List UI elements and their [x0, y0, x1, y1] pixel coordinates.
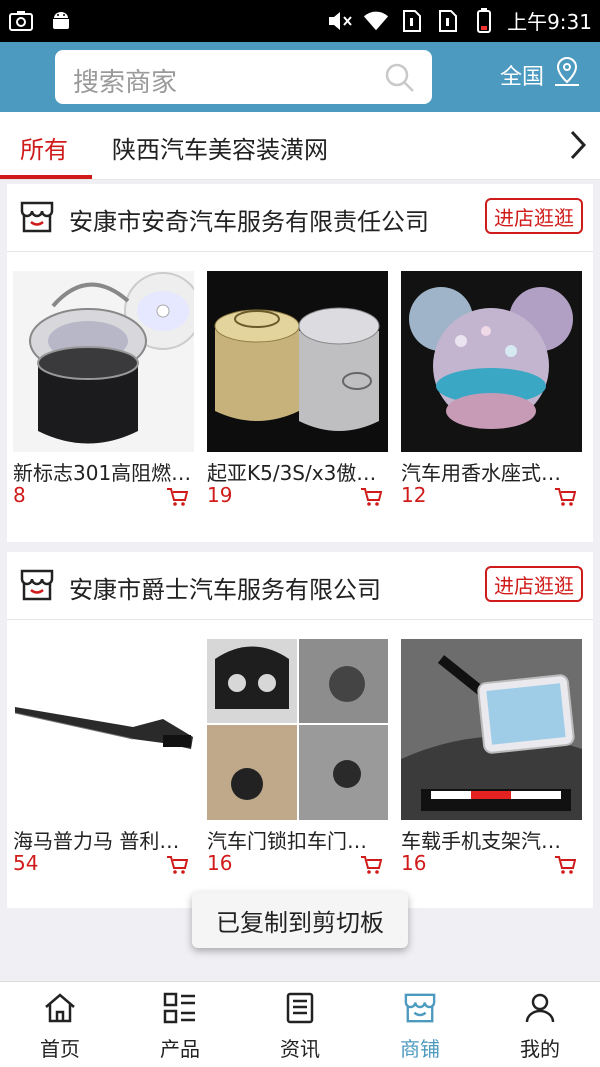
chevron-right-icon[interactable] [568, 128, 588, 166]
header: 搜索商家 全国 [0, 42, 600, 112]
nav-mine[interactable]: 我的 [480, 982, 600, 1067]
add-to-cart-icon[interactable] [166, 855, 189, 879]
nav-news[interactable]: 资讯 [240, 982, 360, 1067]
sim1-icon [399, 8, 425, 34]
shop-card: 安康市爵士汽车服务有限公司 进店逛逛 海马普力马 普利… 54 汽车门锁扣车门…… [7, 552, 593, 908]
visit-shop-button[interactable]: 进店逛逛 [485, 198, 583, 234]
tab-all[interactable]: 所有 [20, 130, 68, 165]
nav-news-label: 资讯 [280, 1037, 320, 1061]
product-name[interactable]: 汽车用香水座式… [401, 457, 582, 486]
search-input[interactable]: 搜索商家 [73, 62, 177, 99]
nav-home[interactable]: 首页 [0, 982, 120, 1067]
product-item[interactable]: 海马普力马 普利… 54 [13, 639, 194, 877]
wifi-icon [363, 8, 389, 34]
toast-message: 已复制到剪切板 [192, 892, 408, 948]
shop-name[interactable]: 安康市安奇汽车服务有限责任公司 [69, 202, 429, 237]
product-image[interactable] [401, 271, 582, 452]
add-to-cart-icon[interactable] [166, 487, 189, 511]
region-selector[interactable]: 全国 [500, 56, 582, 94]
product-image[interactable] [207, 271, 388, 452]
android-icon [48, 8, 74, 34]
product-image[interactable] [13, 639, 194, 820]
shop-card: 安康市安奇汽车服务有限责任公司 进店逛逛 新标志301高阻燃… 8 起亚K5/3… [7, 184, 593, 542]
product-price: 19 [207, 483, 233, 507]
product-name[interactable]: 汽车门锁扣车门… [207, 825, 388, 854]
nav-shops[interactable]: 商铺 [360, 982, 480, 1067]
camera-icon [8, 8, 34, 34]
product-price: 16 [401, 851, 427, 875]
home-icon [43, 992, 77, 1033]
product-item[interactable]: 汽车用香水座式… 12 [401, 271, 582, 509]
store-icon [403, 992, 437, 1033]
sim2-icon [435, 8, 461, 34]
clock: 上午9:31 [507, 10, 592, 34]
add-to-cart-icon[interactable] [554, 855, 577, 879]
shop-header[interactable]: 安康市爵士汽车服务有限公司 进店逛逛 [7, 552, 593, 620]
battery-icon [471, 7, 497, 34]
grid-list-icon [163, 992, 197, 1033]
product-price: 12 [401, 483, 427, 507]
news-icon [285, 992, 315, 1033]
status-bar: 上午9:31 [0, 0, 600, 42]
user-icon [524, 992, 556, 1033]
product-name[interactable]: 车载手机支架汽… [401, 825, 582, 854]
region-label: 全国 [499, 65, 544, 90]
product-image[interactable] [13, 271, 194, 452]
nav-shops-label: 商铺 [400, 1037, 440, 1061]
product-image[interactable] [401, 639, 582, 820]
nav-products-label: 产品 [160, 1037, 200, 1061]
product-item[interactable]: 汽车门锁扣车门… 16 [207, 639, 388, 877]
bottom-navigation: 首页 产品 资讯 商铺 我的 [0, 981, 600, 1067]
product-name[interactable]: 起亚K5/3S/x3傲… [207, 457, 388, 486]
visit-shop-button[interactable]: 进店逛逛 [485, 566, 583, 602]
product-item[interactable]: 车载手机支架汽… 16 [401, 639, 582, 877]
add-to-cart-icon[interactable] [360, 487, 383, 511]
search-box[interactable]: 搜索商家 [55, 50, 432, 104]
mute-icon [327, 8, 353, 34]
product-price: 8 [13, 483, 26, 507]
shop-name[interactable]: 安康市爵士汽车服务有限公司 [69, 570, 381, 605]
shop-header[interactable]: 安康市安奇汽车服务有限责任公司 进店逛逛 [7, 184, 593, 252]
product-price: 54 [13, 851, 39, 875]
store-icon [19, 568, 55, 606]
nav-home-label: 首页 [40, 1037, 80, 1061]
nav-products[interactable]: 产品 [120, 982, 240, 1067]
product-name[interactable]: 新标志301高阻燃… [13, 457, 194, 486]
category-tabs: 所有 陕西汽车美容装潢网 [0, 112, 600, 180]
nav-mine-label: 我的 [520, 1037, 560, 1061]
store-icon [19, 200, 55, 238]
product-item[interactable]: 新标志301高阻燃… 8 [13, 271, 194, 509]
product-image[interactable] [207, 639, 388, 820]
location-pin-icon [552, 56, 582, 94]
product-price: 16 [207, 851, 233, 875]
product-name[interactable]: 海马普力马 普利… [13, 825, 194, 854]
add-to-cart-icon[interactable] [360, 855, 383, 879]
active-tab-indicator [0, 175, 92, 179]
tab-shaanxi-car-decoration[interactable]: 陕西汽车美容装潢网 [112, 130, 328, 165]
search-icon[interactable] [384, 62, 416, 98]
add-to-cart-icon[interactable] [554, 487, 577, 511]
product-item[interactable]: 起亚K5/3S/x3傲… 19 [207, 271, 388, 509]
